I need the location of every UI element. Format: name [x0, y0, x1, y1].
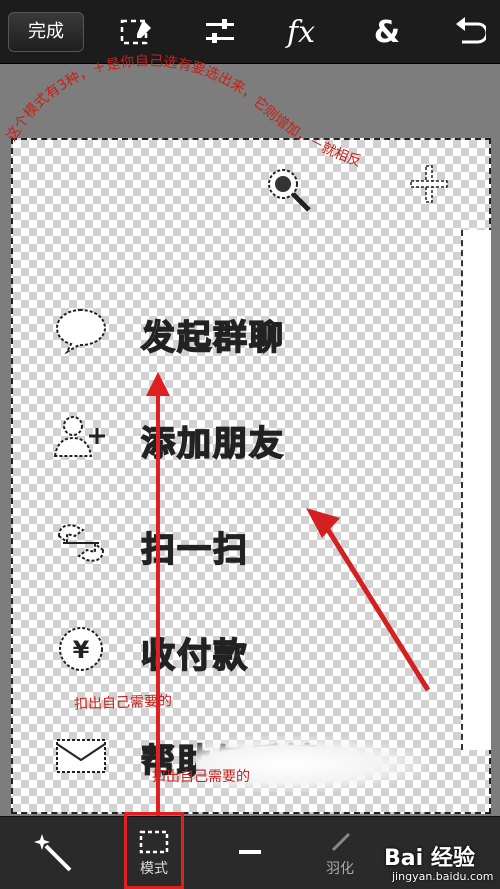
baidu-watermark: Bai 经验 jingyan.baidu.com [384, 836, 500, 888]
magic-wand-icon [34, 833, 72, 871]
magic-wand-button[interactable] [24, 817, 84, 889]
watermark-url: jingyan.baidu.com [392, 870, 494, 883]
annotation-note-select-dup: 扣出自己需要的 [152, 769, 250, 785]
watermark-brand: Bai 经验 [384, 846, 475, 871]
svg-text:这个模式有3种，＋是你自己选有要选出来，它则增加，－就相反: 这个模式有3种，＋是你自己选有要选出来，它则增加，－就相反 [3, 53, 363, 170]
annotation-arc-text: 这个模式有3种，＋是你自己选有要选出来，它则增加，－就相反 [3, 53, 363, 170]
mode-highlight-box [124, 812, 184, 889]
annotation-arc: 这个模式有3种，＋是你自己选有要选出来，它则增加，－就相反 [3, 53, 363, 170]
brush-icon [331, 832, 351, 851]
feather-button[interactable]: 羽化 [310, 817, 370, 889]
subtract-mode-button[interactable] [220, 817, 280, 889]
annotation-note-select: 扣出自己需要的 [73, 693, 173, 713]
minus-icon [239, 849, 261, 854]
feather-label: 羽化 [326, 860, 354, 877]
